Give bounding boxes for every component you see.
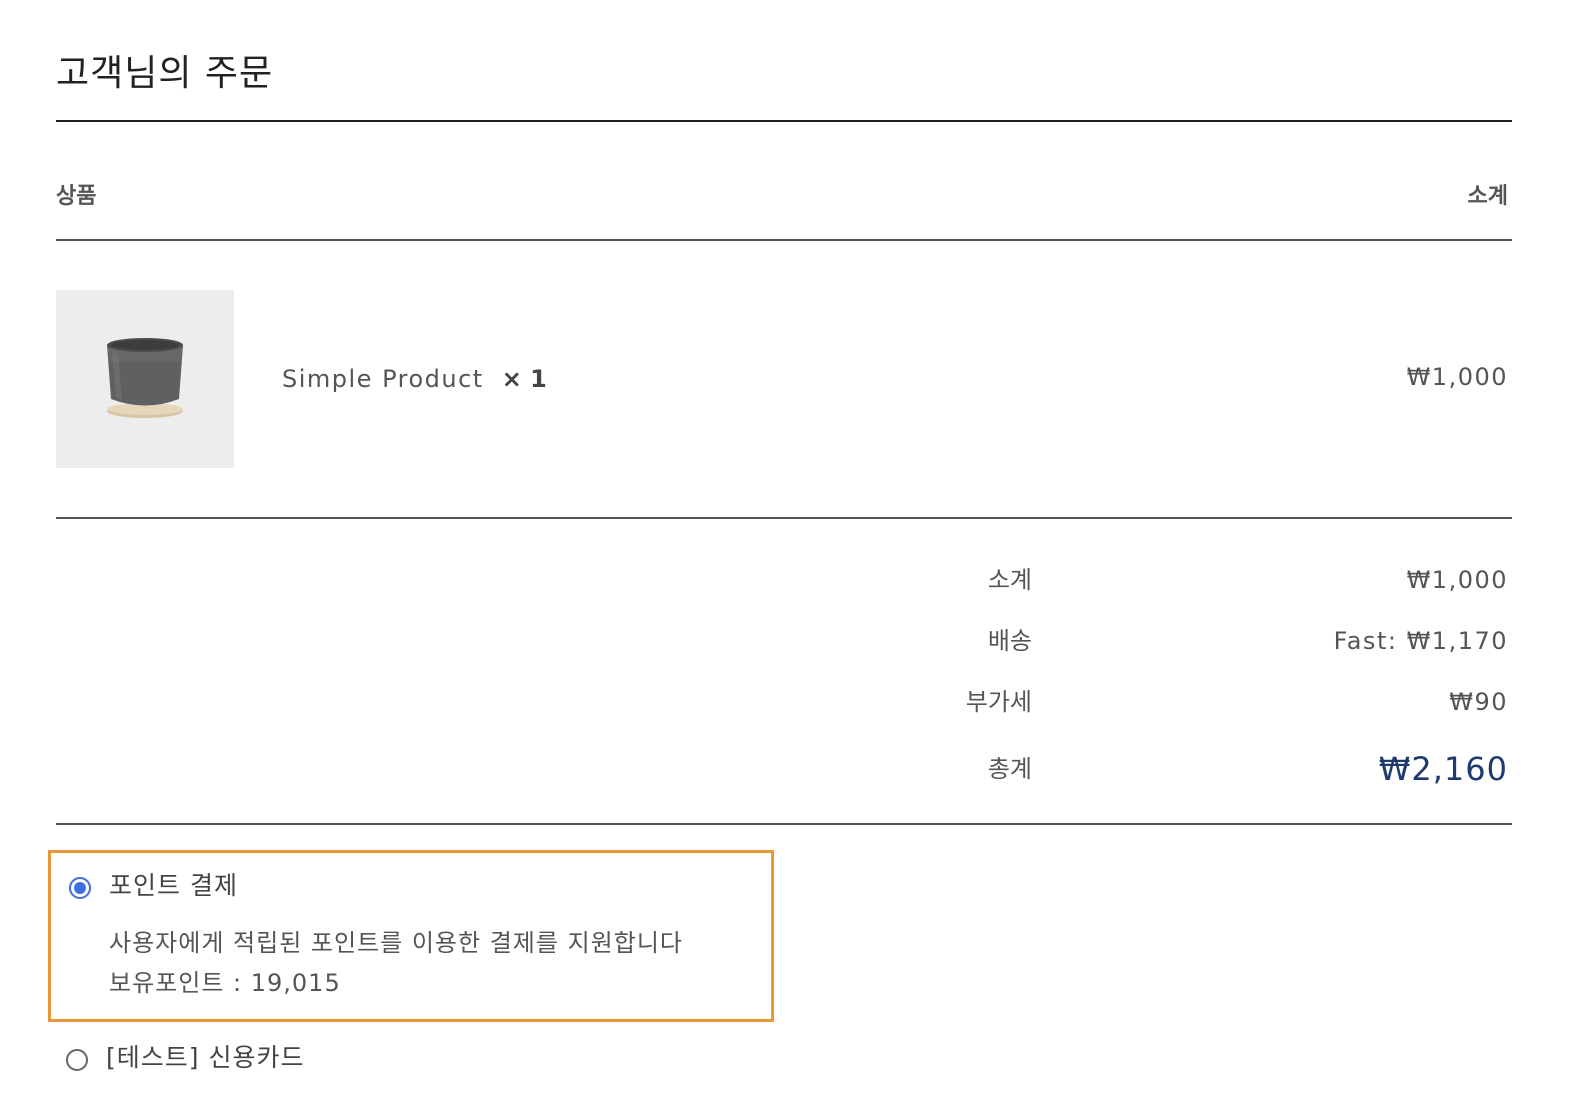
product-name: Simple Product × 1 bbox=[282, 364, 547, 394]
shipping-value: Fast: ₩1,170 bbox=[1333, 627, 1508, 655]
credit-card-radio[interactable] bbox=[66, 1049, 88, 1071]
page-title: 고객님의 주문 bbox=[56, 53, 274, 94]
subtotal-value: ₩1,000 bbox=[1406, 566, 1508, 594]
header-divider bbox=[56, 239, 1512, 241]
gray-pot-icon bbox=[107, 338, 183, 418]
shipping-label: 배송 bbox=[987, 627, 1032, 655]
total-label: 총계 bbox=[987, 755, 1032, 783]
product-name-text: Simple Product bbox=[282, 365, 484, 393]
column-header-subtotal: 소계 bbox=[1467, 184, 1508, 209]
points-balance: 보유포인트 : 19,015 bbox=[109, 969, 341, 997]
tax-value: ₩90 bbox=[1449, 688, 1508, 716]
summary-row-shipping: 배송 Fast: ₩1,170 bbox=[56, 624, 1512, 658]
credit-card-label[interactable]: [테스트] 신용카드 bbox=[106, 1042, 304, 1074]
summary-divider bbox=[56, 823, 1512, 825]
product-line-total: ₩1,000 bbox=[1406, 363, 1508, 391]
items-divider bbox=[56, 517, 1512, 519]
summary-row-tax: 부가세 ₩90 bbox=[56, 685, 1512, 719]
subtotal-label: 소계 bbox=[987, 566, 1032, 594]
column-header-product: 상품 bbox=[56, 184, 97, 209]
product-quantity: × 1 bbox=[501, 365, 547, 393]
total-value: ₩2,160 bbox=[1378, 750, 1508, 788]
points-description: 사용자에게 적립된 포인트를 이용한 결제를 지원합니다 bbox=[109, 929, 683, 957]
points-radio[interactable] bbox=[69, 877, 91, 899]
payment-method-points[interactable]: 포인트 결제 사용자에게 적립된 포인트를 이용한 결제를 지원합니다 보유포인… bbox=[48, 850, 774, 1022]
title-divider bbox=[56, 120, 1512, 122]
product-thumbnail bbox=[56, 290, 234, 468]
points-label[interactable]: 포인트 결제 bbox=[109, 870, 238, 902]
tax-label: 부가세 bbox=[965, 688, 1032, 716]
summary-row-subtotal: 소계 ₩1,000 bbox=[56, 563, 1512, 597]
summary-row-total: 총계 ₩2,160 bbox=[56, 752, 1512, 786]
